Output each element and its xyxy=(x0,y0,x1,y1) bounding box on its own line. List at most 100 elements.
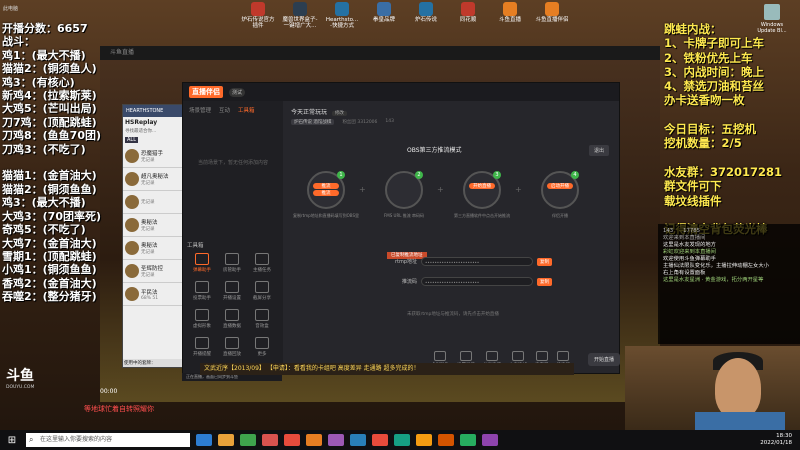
desktop-icon-label: 同花顺 xyxy=(459,17,477,23)
tool-item[interactable]: 投票助手 xyxy=(187,281,217,301)
tool-item[interactable]: 开播设置 xyxy=(217,281,247,301)
hs-deck-row[interactable]: 恐魔猎手 无记录 xyxy=(123,145,185,168)
stream-code-field[interactable]: ••••••••••••••••••••••• xyxy=(421,277,533,286)
tool-icon xyxy=(195,309,209,321)
overlay-left-line xyxy=(2,156,102,169)
taskbar: ⊞ 在这里输入你要搜索的内容 18:30 2022/01/18 xyxy=(0,430,800,450)
taskbar-app-icon[interactable] xyxy=(394,434,410,446)
rtmp-field[interactable]: ••••••••••••••••••••••• xyxy=(421,257,533,266)
version-badge: 测试 xyxy=(229,87,246,97)
taskbar-app-icon[interactable] xyxy=(438,434,454,446)
taskbar-app-icon[interactable] xyxy=(240,434,256,446)
app-icon xyxy=(293,2,307,16)
taskbar-app-icon[interactable] xyxy=(372,434,388,446)
copy-code-button[interactable]: 复制 xyxy=(537,277,552,286)
tool-item[interactable]: 音效盒 xyxy=(247,309,277,329)
tool-item[interactable]: 虚拟形象 xyxy=(187,309,217,329)
overlay-left-line: 大鸡7：(金首油大) xyxy=(2,236,97,250)
windows-start-icon[interactable]: ⊞ xyxy=(0,435,24,446)
deck-name: 奥秘法 xyxy=(141,243,158,249)
app-icon xyxy=(461,2,475,16)
step-number: 1 xyxy=(337,171,345,179)
desktop-icon[interactable]: 炉石传说官方插件 xyxy=(240,2,276,36)
tool-item[interactable]: 直播数据 xyxy=(217,309,247,329)
overlay-left-text: 开播分数：6657 战斗： 鸡1：(最大不播) 猫猫2：(铜须鱼人) 鸡3：(有核心) 新… xyxy=(2,22,102,304)
room-category[interactable]: 炉石传说 酒馆战棋 xyxy=(291,119,335,125)
step-action[interactable]: 推流 xyxy=(313,190,339,196)
taskbar-app-icon[interactable] xyxy=(218,434,234,446)
overlay-left-line: 奇鸡5：(不吃了) xyxy=(2,223,86,237)
desktop-icon[interactable]: Hearthsto... -快捷方式 xyxy=(324,2,360,36)
tool-item[interactable]: 开播提醒 xyxy=(187,337,217,357)
step-action[interactable]: 推流 xyxy=(313,183,339,189)
overlay-left-line: 猫猫1：(金首油大) xyxy=(2,169,97,183)
tool-icon xyxy=(225,281,239,293)
hs-deck-row[interactable]: 奥秘法 无记录 xyxy=(123,214,185,237)
deck-name: 圣辉防控 xyxy=(141,266,164,272)
desktop-icon[interactable]: 魔兽世界盒子-一键增广大... xyxy=(282,2,318,36)
desktop-icon-computer[interactable]: 此电脑 xyxy=(3,5,73,12)
overlay-right-line xyxy=(664,151,800,165)
copy-rtmp-button[interactable]: 复制 xyxy=(537,257,552,266)
taskbar-app-icon[interactable] xyxy=(284,434,300,446)
chat-message: 主播仙法限队变化乐，主播拉伸动棚左女大小 xyxy=(663,263,769,269)
edit-room-button[interactable]: 修改 xyxy=(331,111,347,116)
tool-item[interactable]: 截屏分享 xyxy=(247,281,277,301)
tool-item[interactable]: 弹幕助手 xyxy=(187,253,217,273)
desktop-icon[interactable]: 拳皇品牌 xyxy=(366,2,402,36)
overlay-right-line: 载坟线插件 xyxy=(664,193,722,208)
taskbar-app-icon[interactable] xyxy=(262,434,278,446)
deck-info: 无记录 xyxy=(141,199,155,205)
taskbar-app-icon[interactable] xyxy=(196,434,212,446)
overlay-right-line xyxy=(664,108,800,122)
hs-deck-row[interactable]: 圣辉防控 无记录 xyxy=(123,260,185,283)
overlay-left-line: 鸡3：(最大不播) xyxy=(2,196,86,210)
step-action[interactable]: 启动开播 xyxy=(547,183,573,189)
tool-item[interactable]: 更多 xyxy=(247,337,277,357)
desktop-icon-label: 炉石传说 xyxy=(414,17,437,23)
exit-button[interactable]: 退出 xyxy=(588,145,609,156)
system-tray[interactable]: 18:30 2022/01/18 xyxy=(760,433,800,447)
taskbar-app-icon[interactable] xyxy=(328,434,344,446)
desktop-icon-label: 炉石传说官方插件 xyxy=(241,17,275,29)
desktop-icon[interactable]: 斗鱼直播伴侣 xyxy=(534,2,570,36)
chat-message: 这里是水友发现的地方 xyxy=(663,242,716,248)
tool-label: 主播任务 xyxy=(253,268,271,273)
tool-item[interactable]: 直播回放 xyxy=(217,337,247,357)
tool-label: 开播设置 xyxy=(223,296,241,301)
hs-deck-row[interactable]: 平民法 68% 51 xyxy=(123,283,185,306)
taskbar-app-icon[interactable] xyxy=(416,434,432,446)
deck-class-icon xyxy=(125,241,139,255)
desktop-icons-left: 此电脑 xyxy=(3,5,73,12)
hs-deck-row[interactable]: 奥秘法 无记录 xyxy=(123,237,185,260)
rtmp-label: rtmp地址 xyxy=(394,259,417,265)
stream-window-titlebar: 斗鱼直播 xyxy=(100,46,660,60)
hs-deck-row[interactable]: 无记录 xyxy=(123,191,185,214)
tool-icon xyxy=(255,253,269,265)
chat-message: 右上角有设置面板 xyxy=(663,270,706,276)
tool-item[interactable]: 房管助手 xyxy=(217,253,247,273)
desktop-icon-label: 魔兽世界盒子-一键增广大... xyxy=(282,17,318,29)
taskbar-app-icon[interactable] xyxy=(482,434,498,446)
sidebar-tab[interactable]: 互动 xyxy=(219,106,230,114)
obs-step-circle: 2 xyxy=(385,171,423,209)
taskbar-app-icon[interactable] xyxy=(460,434,476,446)
desktop-icon[interactable]: 炉石传说 xyxy=(408,2,444,36)
hs-filter-all[interactable]: ALL xyxy=(123,134,185,145)
overlay-left-line: 猫猫2：(铜须鱼鱼) xyxy=(2,182,97,196)
tool-item[interactable]: 主播任务 xyxy=(247,253,277,273)
taskbar-app-icon[interactable] xyxy=(350,434,366,446)
start-live-button[interactable]: 开始直播 xyxy=(588,352,621,366)
overlay-left-line: 新鸡4：(拉索斯莱) xyxy=(2,89,97,103)
sidebar-tab[interactable]: 工具箱 xyxy=(238,106,255,114)
bottom-message: 等地球忙着自转照耀你 xyxy=(84,405,154,413)
taskbar-app-icon[interactable] xyxy=(306,434,322,446)
desktop-icon[interactable]: 同花顺 xyxy=(450,2,486,36)
toolbar-icon xyxy=(434,350,446,361)
step-action[interactable]: 开始直播 xyxy=(469,183,495,189)
sidebar-tab[interactable]: 场景管理 xyxy=(189,106,211,114)
taskbar-search[interactable]: 在这里输入你要搜索的内容 xyxy=(26,433,190,447)
tool-icon xyxy=(195,253,209,265)
hs-deck-row[interactable]: 超凡奥秘法 无记录 xyxy=(123,168,185,191)
desktop-icon[interactable]: 斗鱼直播 xyxy=(492,2,528,36)
